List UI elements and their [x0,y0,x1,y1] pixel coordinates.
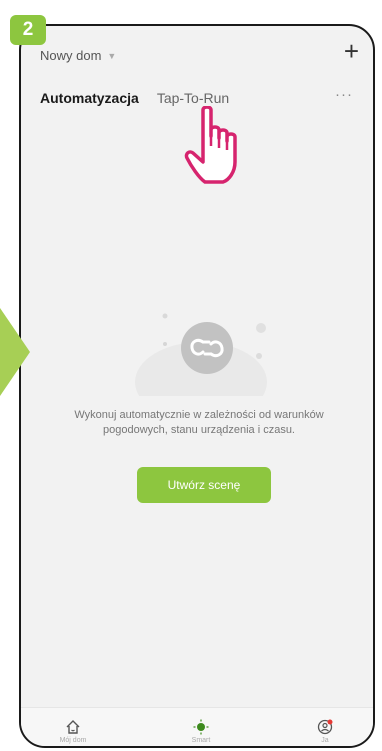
phone-frame: Nowy dom ▼ + Automatyzacja Tap-To-Run ··… [19,24,375,748]
home-selector[interactable]: Nowy dom ▼ [40,48,116,63]
plus-icon[interactable]: + [344,38,359,64]
pointing-hand-icon [184,106,237,184]
step-badge: 2 [10,15,46,45]
more-icon[interactable]: ··· [335,86,353,103]
home-name-label: Nowy dom [40,48,102,63]
caret-down-icon: ▼ [107,50,117,61]
bottom-navigation: Mój dom Smart Ja [21,707,373,746]
home-icon [66,720,80,734]
nav-label-smart: Smart [191,737,211,744]
green-arrow-icon [0,308,30,396]
nav-label-me: Ja [321,737,329,744]
nav-item-smart[interactable]: Smart [171,719,231,744]
top-bar: Nowy dom ▼ + [21,26,373,88]
create-scene-button[interactable]: Utwórz scenę [137,467,271,503]
nav-item-me[interactable]: Ja [295,719,355,744]
empty-state-text: Wykonuj automatycznie w zależności od wa… [74,409,324,436]
sun-icon [193,719,209,735]
nav-label-my-home: Mój dom [59,737,87,744]
scene-tabs: Automatyzacja Tap-To-Run [40,90,229,106]
tab-tap-to-run[interactable]: Tap-To-Run [157,90,229,106]
tab-automation[interactable]: Automatyzacja [40,90,139,106]
profile-icon [317,719,333,735]
empty-scene-illustration [135,313,267,396]
nav-item-my-home[interactable]: Mój dom [43,719,103,744]
